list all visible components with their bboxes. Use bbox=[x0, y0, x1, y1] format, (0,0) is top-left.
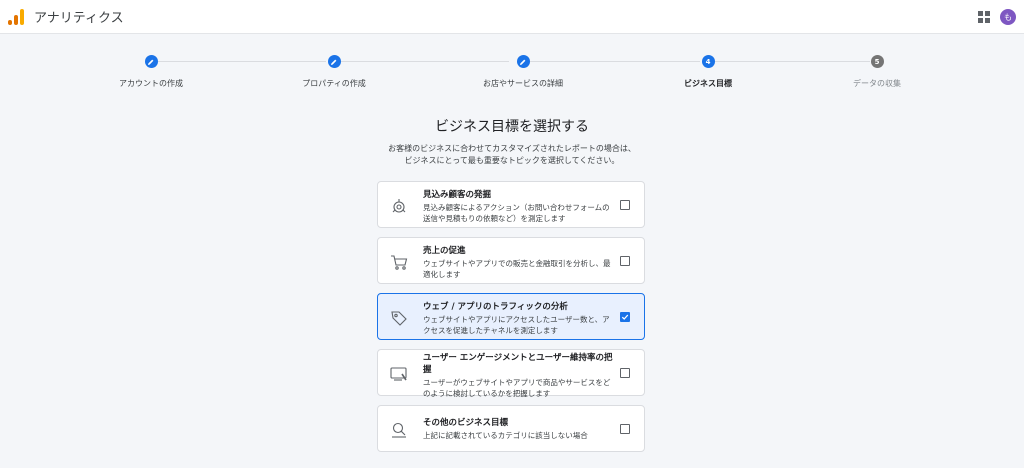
step-property-creation[interactable]: プロパティの作成 bbox=[254, 52, 414, 89]
app-title: アナリティクス bbox=[34, 11, 124, 26]
page-description: お客様のビジネスに合わせてカスタマイズされたレポートの場合は、 ビジネスにとって… bbox=[388, 144, 636, 165]
objective-title: 売上の促進 bbox=[423, 246, 466, 256]
step-label: お店やサービスの詳細 bbox=[483, 79, 563, 88]
objective-description: ウェブサイトやアプリでの販売と金融取引を分析し、最 適化します bbox=[423, 259, 611, 279]
objective-card-traffic-analysis[interactable]: ウェブ / アプリのトラフィックの分析 ウェブサイトやアプリにアクセスしたユーザ… bbox=[377, 293, 645, 340]
objective-title: その他のビジネス目標 bbox=[423, 418, 509, 428]
step-label: ビジネス目標 bbox=[684, 79, 732, 88]
step-number: 4 bbox=[701, 55, 715, 68]
objective-title: ユーザー エンゲージメントとユーザー維持率の把 握 bbox=[423, 353, 613, 375]
objective-description: 上記に記載されているカテゴリに該当しない場合 bbox=[423, 431, 588, 440]
search-document-icon bbox=[389, 420, 409, 440]
objective-checkbox[interactable] bbox=[620, 312, 630, 322]
target-icon bbox=[389, 196, 409, 216]
pencil-icon bbox=[144, 55, 158, 68]
step-business-objectives[interactable]: 4 ビジネス目標 bbox=[628, 52, 788, 89]
progress-stepper: アカウントの作成 プロパティの作成 お店やサービスの詳細 4 ビジネス目標 5 … bbox=[0, 52, 1024, 92]
page-title: ビジネス目標を選択する bbox=[435, 119, 589, 135]
top-bar: アナリティクス も bbox=[0, 0, 1024, 34]
step-label: データの収集 bbox=[853, 79, 901, 88]
pencil-icon bbox=[516, 55, 530, 68]
analytics-logo-icon[interactable] bbox=[8, 8, 24, 25]
step-business-details[interactable]: お店やサービスの詳細 bbox=[443, 52, 603, 89]
step-number: 5 bbox=[870, 55, 884, 68]
objective-description: 見込み顧客によるアクション（お問い合わせフォームの 送信や見積もりの依頼など）を… bbox=[423, 203, 610, 223]
objective-checkbox[interactable] bbox=[620, 200, 630, 210]
check-icon bbox=[621, 314, 629, 320]
objective-description: ユーザーがウェブサイトやアプリで商品やサービスをど のように検討しているかを把握… bbox=[423, 378, 611, 398]
objective-title: ウェブ / アプリのトラフィックの分析 bbox=[423, 302, 568, 312]
objective-checkbox[interactable] bbox=[620, 256, 630, 266]
objective-card-lead-generation[interactable]: 見込み顧客の発掘 見込み顧客によるアクション（お問い合わせフォームの 送信や見積… bbox=[377, 181, 645, 228]
engagement-screen-icon bbox=[389, 364, 409, 384]
step-label: プロパティの作成 bbox=[302, 79, 366, 88]
objective-card-user-engagement[interactable]: ユーザー エンゲージメントとユーザー維持率の把 握 ユーザーがウェブサイトやアプ… bbox=[377, 349, 645, 398]
pencil-icon bbox=[327, 55, 341, 68]
step-account-creation[interactable]: アカウントの作成 bbox=[71, 52, 231, 89]
objective-card-other[interactable]: その他のビジネス目標 上記に記載されているカテゴリに該当しない場合 bbox=[377, 405, 645, 452]
shopping-cart-icon bbox=[389, 252, 409, 272]
step-data-collection: 5 データの収集 bbox=[797, 52, 957, 89]
avatar[interactable]: も bbox=[1000, 9, 1016, 25]
step-label: アカウントの作成 bbox=[119, 79, 183, 88]
objective-checkbox[interactable] bbox=[620, 368, 630, 378]
objective-description: ウェブサイトやアプリにアクセスしたユーザー数と、ア クセスを促進したチャネルを測… bbox=[423, 315, 610, 335]
apps-grid-icon[interactable] bbox=[978, 11, 990, 23]
objective-card-drive-sales[interactable]: 売上の促進 ウェブサイトやアプリでの販売と金融取引を分析し、最 適化します bbox=[377, 237, 645, 284]
objective-title: 見込み顧客の発掘 bbox=[423, 190, 492, 200]
objective-checkbox[interactable] bbox=[620, 424, 630, 434]
tag-icon bbox=[389, 308, 409, 328]
